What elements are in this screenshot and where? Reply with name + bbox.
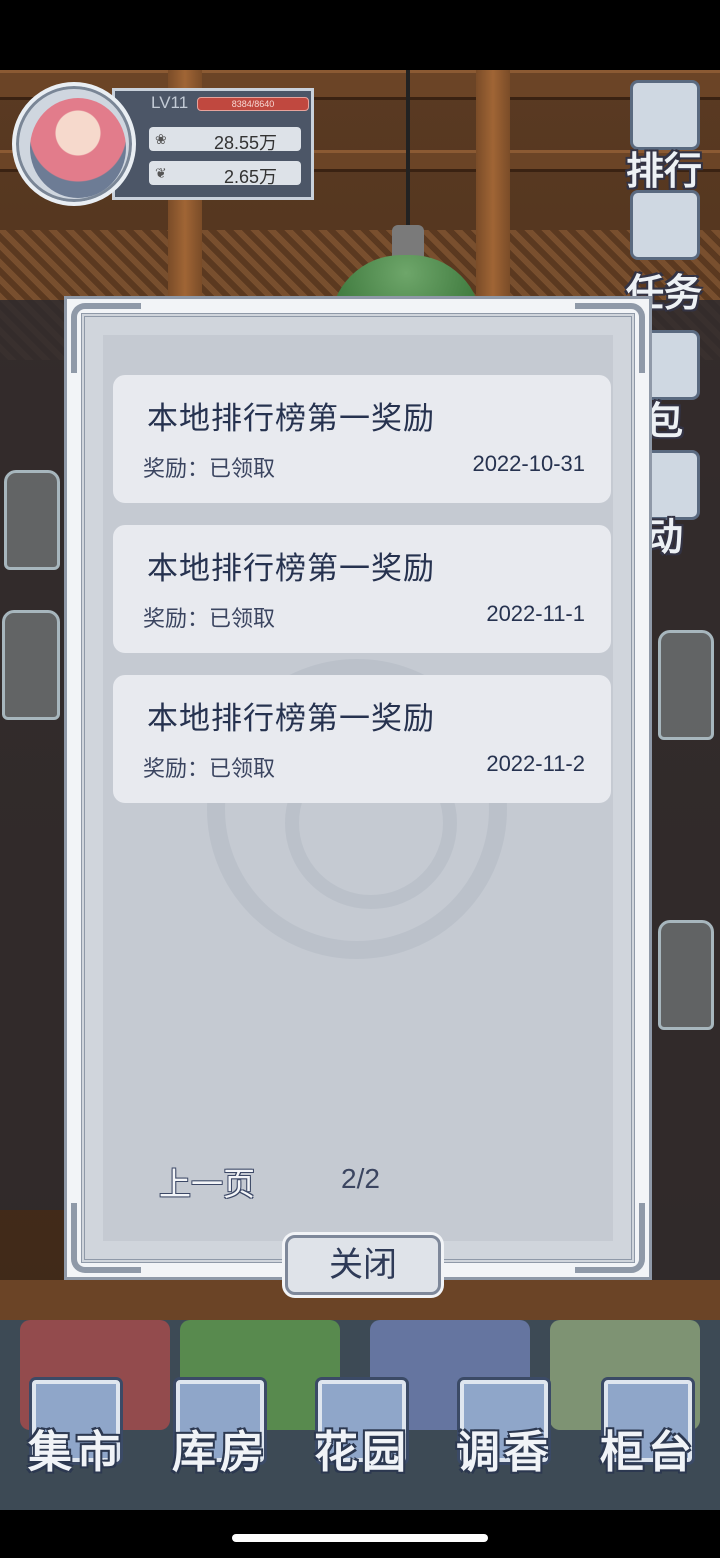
prev-page-button[interactable]: 上一页 xyxy=(159,1159,255,1205)
currency-row-1: ❀ 28.55万 xyxy=(149,127,301,153)
reward-status: 奖励：已领取 xyxy=(143,756,276,781)
left-shelf xyxy=(0,300,64,1210)
reward-date: 2022-11-1 xyxy=(486,601,585,626)
lamp-cord xyxy=(406,70,410,230)
nav-market[interactable]: 集市 xyxy=(20,1380,132,1492)
ranking-button[interactable]: 排行 xyxy=(616,140,712,195)
right-shelf xyxy=(652,300,720,1280)
nav-counter[interactable]: 柜台 xyxy=(592,1380,704,1492)
nav-market-label: 集市 xyxy=(28,1427,124,1478)
frame-corner-ornament xyxy=(71,303,141,373)
reward-history-dialog: 本地排行榜第一奖励 奖励：已领取 2022-10-31 本地排行榜第一奖励 奖励… xyxy=(64,296,652,1295)
nav-garden[interactable]: 花园 xyxy=(306,1380,418,1492)
reward-date: 2022-10-31 xyxy=(472,451,585,476)
leaf-icon: ❦ xyxy=(155,165,167,181)
nav-perfume[interactable]: 调香 xyxy=(448,1380,560,1492)
reward-title: 本地排行榜第一奖励 xyxy=(147,401,435,436)
nav-counter-label: 柜台 xyxy=(600,1427,696,1478)
reward-date: 2022-11-2 xyxy=(486,751,585,776)
nav-warehouse-label: 库房 xyxy=(172,1427,268,1478)
avatar-frame[interactable] xyxy=(12,82,136,206)
nav-perfume-label: 调香 xyxy=(456,1427,552,1478)
xp-bar: 8384/8640 xyxy=(197,97,309,111)
frame-corner-ornament xyxy=(71,1203,141,1273)
reward-item: 本地排行榜第一奖励 奖励：已领取 2022-11-1 xyxy=(113,525,611,653)
currency-row-2: ❦ 2.65万 xyxy=(149,161,301,187)
page-indicator: 2/2 xyxy=(341,1163,380,1194)
jar xyxy=(658,630,714,740)
jar xyxy=(2,610,60,720)
close-button[interactable]: 关闭 xyxy=(285,1235,441,1295)
home-indicator[interactable] xyxy=(232,1534,488,1542)
petal-icon: ❀ xyxy=(155,131,167,147)
frame-corner-ornament xyxy=(575,1203,645,1273)
reward-status: 奖励：已领取 xyxy=(143,606,276,631)
stats-panel: LV11 8384/8640 ❀ 28.55万 ❦ 2.65万 xyxy=(112,88,314,200)
currency-1-value: 28.55万 xyxy=(213,133,277,153)
jar xyxy=(658,920,714,1030)
reward-item: 本地排行榜第一奖励 奖励：已领取 2022-11-2 xyxy=(113,675,611,803)
player-profile[interactable]: LV11 8384/8640 ❀ 28.55万 ❦ 2.65万 xyxy=(12,82,314,206)
currency-2-value: 2.65万 xyxy=(223,167,277,187)
level-label: LV11 xyxy=(151,93,189,112)
avatar xyxy=(30,98,126,198)
nav-warehouse[interactable]: 库房 xyxy=(164,1380,276,1492)
nav-garden-label: 花园 xyxy=(314,1427,410,1478)
reward-title: 本地排行榜第一奖励 xyxy=(147,701,435,736)
clipboard-icon xyxy=(630,190,700,260)
reward-title: 本地排行榜第一奖励 xyxy=(147,551,435,586)
reward-item: 本地排行榜第一奖励 奖励：已领取 2022-10-31 xyxy=(113,375,611,503)
frame-corner-ornament xyxy=(575,303,645,373)
reward-status: 奖励：已领取 xyxy=(143,456,276,481)
jar xyxy=(4,470,60,570)
